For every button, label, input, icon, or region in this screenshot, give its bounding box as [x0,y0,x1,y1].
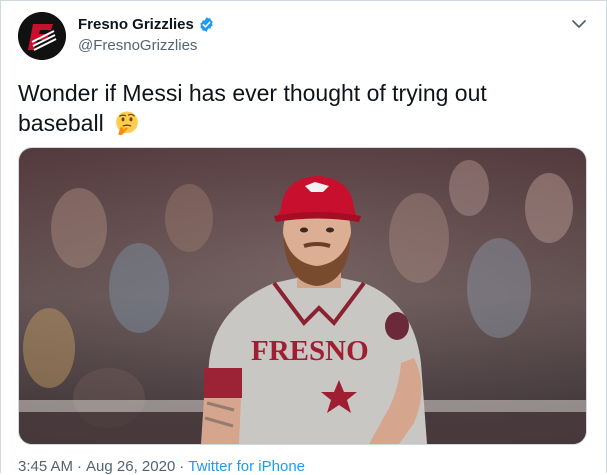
chevron-down-icon[interactable] [569,14,589,34]
verified-badge-icon [200,17,213,32]
tweet-time[interactable]: 3:45 AM [18,458,73,475]
meta-separator: · [77,458,83,475]
tweet-text: Wonder if Messi has ever thought of tryi… [18,78,578,138]
tweet-date[interactable]: Aug 26, 2020 [86,458,175,475]
tweet-image[interactable]: FRESNO [18,147,587,445]
jersey-text: FRESNO [251,335,369,367]
tweet-source-link[interactable]: Twitter for iPhone [188,458,305,475]
user-handle[interactable]: @FresnoGrizzlies [78,37,197,54]
thinking-face-emoji-icon [116,111,138,136]
baseball-player-photo: FRESNO [19,148,586,444]
tweet-body: Wonder if Messi has ever thought of tryi… [18,80,487,136]
tweet-meta: 3:45 AM · Aug 26, 2020 · Twitter for iPhone [18,458,305,475]
fresno-logo-icon [18,12,66,60]
display-name[interactable]: Fresno Grizzlies [78,16,194,33]
avatar[interactable] [18,12,66,60]
meta-separator: · [179,458,185,475]
author-name-row: Fresno Grizzlies [78,16,215,33]
